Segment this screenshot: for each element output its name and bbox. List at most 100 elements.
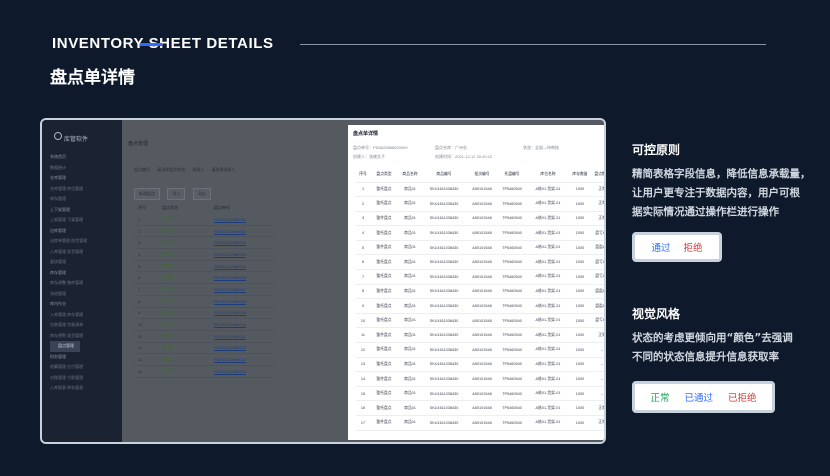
sidebar-item[interactable]: 出库管理 xyxy=(50,226,118,237)
cell-sku: SKU1611038430 xyxy=(422,211,466,227)
table-row[interactable]: 6 待审核 PD202112080006 xyxy=(134,272,274,285)
table-row: 14 整件盘点 商品01 SKU1611038430 A50101548 TP546054… xyxy=(356,371,604,387)
filter-creator-select[interactable]: 请选择创建人 xyxy=(211,167,235,173)
table-row[interactable]: 2 待审核 PD202112080002 xyxy=(134,226,274,238)
cell-name: 商品01 xyxy=(398,284,422,300)
sidebar-item[interactable]: 对账管理 付款管理 xyxy=(50,373,118,384)
status-rejected-badge: 已拒绝 xyxy=(727,393,757,404)
row-code-link[interactable]: PD202112080006 xyxy=(214,275,274,280)
row-status: 已完成 xyxy=(162,239,174,245)
sidebar-item[interactable]: 入库管理 库存管理 xyxy=(50,310,118,321)
sidebar-item[interactable]: 仓库管理 xyxy=(50,173,118,184)
sidebar-item[interactable]: 包装管理 包装清单 xyxy=(50,320,118,331)
table-row[interactable]: 3 已完成 PD202112080003 xyxy=(134,237,274,250)
cell-type: 整托盘点 xyxy=(370,313,398,329)
row-code-link[interactable]: PD202112080013 xyxy=(214,357,274,362)
sidebar-item[interactable]: 库存管理 xyxy=(50,268,118,279)
sidebar-item[interactable]: 入库管理 发货管理 xyxy=(50,247,118,258)
row-code-link[interactable]: PD202112080008 xyxy=(214,299,274,304)
sidebar-item[interactable]: 库存调整 移库管理 xyxy=(50,278,118,289)
export-button[interactable]: 导出 xyxy=(192,188,211,200)
sidebar-menu: 系统首页 数据统计 仓库管理 仓库管理 库位管理 库存管理 上下架管理 上架管理 下架管理出… xyxy=(50,152,118,394)
cell-tray: TP5460540 xyxy=(498,327,526,344)
row-index: 14 xyxy=(138,368,143,374)
row-status: 待审核 xyxy=(162,286,174,292)
cell-n: 6 xyxy=(356,254,370,271)
row-code-link[interactable]: PD202112080014 xyxy=(214,369,274,374)
table-row[interactable]: 12 待审核 PD202112080012 xyxy=(134,343,274,355)
inventory-list-table: 序号 盘点状态 盘点单号 1 待审核 PD202112080001 2 待审核 PD202… xyxy=(134,202,274,378)
column-header: 盘点类型 xyxy=(370,168,398,183)
table-row[interactable]: 5 待审核 PD202112080005 xyxy=(134,261,274,273)
sidebar-item[interactable]: 冻结管理 xyxy=(50,289,118,300)
table-row[interactable]: 4 待审核 PD202112080004 xyxy=(134,249,274,261)
sidebar-item[interactable]: 出库单管理 拣货管理 xyxy=(50,236,118,247)
row-code-link[interactable]: PD202112080010 xyxy=(214,322,274,327)
filter-label-creator: 创建人 xyxy=(192,167,205,172)
table-row: 7 整托盘点 商品01 SKU1611038430 A50101548 TP5460540… xyxy=(356,269,604,285)
table-row: 9 整托盘点 商品01 SKU1611038430 A50101548 TP5460540… xyxy=(356,298,604,314)
table-row[interactable]: 10 待审核 PD202112080010 xyxy=(134,319,274,331)
sidebar-item[interactable]: 库存管理 xyxy=(50,194,118,205)
cell-stock: 1000 xyxy=(570,211,590,227)
table-row[interactable]: 1 待审核 PD202112080001 xyxy=(134,214,274,226)
import-button[interactable]: 导入 xyxy=(167,188,186,200)
cell-stock: 1000 xyxy=(570,371,590,387)
table-row: 16 整托盘点 商品01 SKU1611038430 A50101548 TP546054… xyxy=(356,400,604,416)
detail-table-header: 序号盘点类型商品名称商品编号批次编号托盘编号库位名称库存数量盘点数量状态操作 xyxy=(356,168,604,183)
cell-n: 11 xyxy=(356,327,370,344)
sidebar-item[interactable]: 入库报表 库存报表 xyxy=(50,383,118,394)
cell-stock: 1000 xyxy=(570,415,590,431)
cell-name: 商品01 xyxy=(398,357,422,373)
row-code-link[interactable]: PD202112080003 xyxy=(214,240,274,245)
pass-action[interactable]: 通过 xyxy=(651,240,670,254)
cell-type: 整托盘点 xyxy=(370,254,398,271)
table-row[interactable]: 11 待审核 PD202112080011 xyxy=(134,331,274,343)
header-divider xyxy=(300,44,766,45)
cell-n: 16 xyxy=(356,400,370,416)
sidebar-item[interactable]: 上架管理 下架管理 xyxy=(50,215,118,226)
table-row[interactable]: 14 待审核 PD202112080014 xyxy=(134,366,274,378)
cell-n: 1 xyxy=(356,182,370,198)
table-row[interactable]: 8 待审核 PD202112080008 xyxy=(134,296,274,308)
cell-count: 盘亏6件 xyxy=(590,269,604,285)
table-row[interactable]: 13 待审核 PD202112080013 xyxy=(134,354,274,366)
reject-action[interactable]: 拒绝 xyxy=(683,240,702,254)
row-status: 待审核 xyxy=(162,333,174,339)
sidebar-item[interactable]: 库内作业 xyxy=(50,299,118,310)
row-index: 2 xyxy=(138,228,141,234)
row-code-link[interactable]: PD202112080004 xyxy=(214,252,274,257)
row-code-link[interactable]: PD202112080007 xyxy=(214,287,274,292)
cell-loc: A栋01-货架-01 xyxy=(526,254,570,271)
new-inventory-button[interactable]: 新建盘点 xyxy=(134,188,160,200)
sidebar-item[interactable]: 结算管理 应付管理 xyxy=(50,362,118,373)
column-header: 批次编号 xyxy=(466,168,498,183)
row-code-link[interactable]: PD202112080002 xyxy=(214,229,274,234)
column-header: 盘点数量 xyxy=(590,168,604,183)
sidebar-item[interactable]: 财务管理 xyxy=(50,352,118,363)
sidebar-item[interactable]: 盘点管理 xyxy=(50,341,80,352)
table-row: 2 整托盘点 商品01 SKU1611038430 A50101548 TP5460540… xyxy=(356,196,604,212)
cell-stock: 1000 xyxy=(570,240,590,256)
sidebar-item[interactable]: 数据统计 xyxy=(50,163,118,174)
cell-name: 商品01 xyxy=(398,327,422,344)
sidebar-item[interactable]: 系统首页 xyxy=(50,152,118,163)
detail-table: 序号盘点类型商品名称商品编号批次编号托盘编号库位名称库存数量盘点数量状态操作 1… xyxy=(356,168,604,431)
table-row[interactable]: 9 待审核 PD202112080009 xyxy=(134,308,274,320)
sidebar-item[interactable]: 库存预警 收货管理 xyxy=(50,331,118,342)
table-row[interactable]: 7 待审核 PD202112080007 xyxy=(134,284,274,296)
cell-type: 整件盘点 xyxy=(370,415,398,431)
filter-status-select[interactable]: 请选择盘点状态 xyxy=(157,167,185,173)
row-code-link[interactable]: PD202112080001 xyxy=(214,217,274,222)
cell-tray: TP5460540 xyxy=(498,386,526,402)
cell-loc: A栋01-货架-01 xyxy=(526,240,570,256)
sidebar-item[interactable]: 上下架管理 xyxy=(50,205,118,216)
row-code-link[interactable]: PD202112080005 xyxy=(214,264,274,269)
cell-batch: A50101548 xyxy=(466,182,498,198)
row-code-link[interactable]: PD202112080012 xyxy=(214,345,274,350)
sidebar-item[interactable]: 复核管理 xyxy=(50,257,118,268)
row-code-link[interactable]: PD202112080011 xyxy=(214,334,274,339)
row-code-link[interactable]: PD202112080009 xyxy=(214,310,274,315)
table-header: 序号 盘点状态 盘点单号 xyxy=(134,202,274,214)
sidebar-item[interactable]: 仓库管理 库位管理 xyxy=(50,184,118,195)
